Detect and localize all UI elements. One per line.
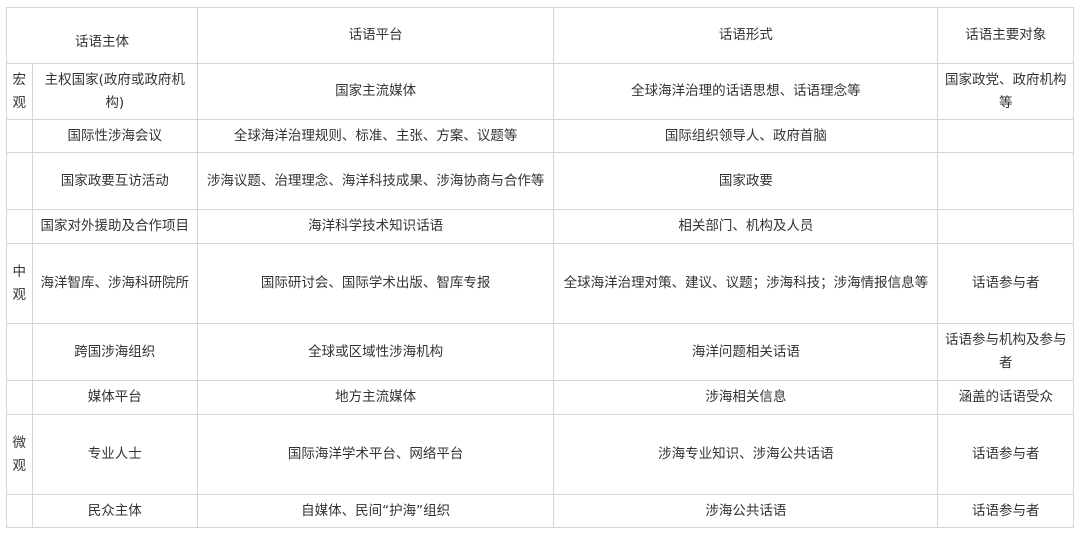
cell-platform: 全球或区域性涉海机构 [196, 323, 555, 381]
table-row: 宏观 主权国家(政府或政府机构) 国家主流媒体 全球海洋治理的话语思想、话语理念… [6, 63, 1074, 120]
cell-form: 全球海洋治理的话语思想、话语理念等 [553, 63, 939, 120]
cell-subject: 民众主体 [31, 494, 198, 528]
cell-object [937, 119, 1074, 153]
table-row: 跨国涉海组织 全球或区域性涉海机构 海洋问题相关话语 话语参与机构及参与者 [6, 323, 1074, 381]
cell-form: 涉海专业知识、涉海公共话语 [553, 414, 939, 495]
cell-subject: 媒体平台 [31, 380, 198, 415]
level-empty [6, 380, 33, 415]
cell-subject: 海洋智库、涉海科研院所 [31, 243, 198, 324]
header-subject: 话语主体 [6, 7, 198, 64]
cell-platform: 国际研讨会、国际学术出版、智库专报 [196, 243, 555, 324]
level-empty [6, 152, 33, 210]
level-macro: 宏观 [6, 63, 33, 120]
cell-object [937, 209, 1074, 244]
header-row: 话语主体 话语平台 话语形式 话语主要对象 [6, 7, 1074, 64]
cell-object: 话语参与者 [937, 494, 1074, 528]
cell-object: 国家政党、政府机构等 [937, 63, 1074, 120]
cell-platform: 国际海洋学术平台、网络平台 [196, 414, 555, 495]
table-row: 国际性涉海会议 全球海洋治理规则、标准、主张、方案、议题等 国际组织领导人、政府… [6, 119, 1074, 153]
cell-form: 全球海洋治理对策、建议、议题；涉海科技；涉海情报信息等 [553, 243, 939, 324]
cell-subject: 国际性涉海会议 [31, 119, 198, 153]
table-row: 微观 专业人士 国际海洋学术平台、网络平台 涉海专业知识、涉海公共话语 话语参与… [6, 414, 1074, 495]
cell-platform: 海洋科学技术知识话语 [196, 209, 555, 244]
cell-object: 话语参与者 [937, 414, 1074, 495]
cell-object: 话语参与机构及参与者 [937, 323, 1074, 381]
cell-subject: 主权国家(政府或政府机构) [31, 63, 198, 120]
cell-object [937, 152, 1074, 210]
cell-platform: 全球海洋治理规则、标准、主张、方案、议题等 [196, 119, 555, 153]
table-row: 媒体平台 地方主流媒体 涉海相关信息 涵盖的话语受众 [6, 380, 1074, 415]
table-row: 中观 海洋智库、涉海科研院所 国际研讨会、国际学术出版、智库专报 全球海洋治理对… [6, 243, 1074, 324]
level-meso: 中观 [6, 243, 33, 324]
cell-subject: 专业人士 [31, 414, 198, 495]
cell-subject: 国家政要互访活动 [31, 152, 198, 210]
table-row: 国家政要互访活动 涉海议题、治理理念、海洋科技成果、涉海协商与合作等 国家政要 [6, 152, 1074, 210]
cell-object: 话语参与者 [937, 243, 1074, 324]
cell-platform: 自媒体、民间“护海”组织 [196, 494, 555, 528]
cell-form: 国际组织领导人、政府首脑 [553, 119, 939, 153]
discourse-table-container: 话语主体 话语平台 话语形式 话语主要对象 宏观 主权国家(政府或政府机构) 国… [6, 7, 1074, 528]
cell-subject: 国家对外援助及合作项目 [31, 209, 198, 244]
cell-subject: 跨国涉海组织 [31, 323, 198, 381]
level-empty [6, 494, 33, 528]
cell-platform: 地方主流媒体 [196, 380, 555, 415]
table-row: 国家对外援助及合作项目 海洋科学技术知识话语 相关部门、机构及人员 [6, 209, 1074, 244]
discourse-table: 话语主体 话语平台 话语形式 话语主要对象 宏观 主权国家(政府或政府机构) 国… [6, 7, 1074, 528]
cell-platform: 国家主流媒体 [196, 63, 555, 120]
cell-object: 涵盖的话语受众 [937, 380, 1074, 415]
header-platform: 话语平台 [196, 7, 555, 64]
level-empty [6, 119, 33, 153]
cell-form: 海洋问题相关话语 [553, 323, 939, 381]
cell-form: 相关部门、机构及人员 [553, 209, 939, 244]
cell-form: 国家政要 [553, 152, 939, 210]
table-row: 民众主体 自媒体、民间“护海”组织 涉海公共话语 话语参与者 [6, 494, 1074, 528]
level-empty [6, 323, 33, 381]
header-object: 话语主要对象 [937, 7, 1074, 64]
cell-form: 涉海相关信息 [553, 380, 939, 415]
cell-platform: 涉海议题、治理理念、海洋科技成果、涉海协商与合作等 [196, 152, 555, 210]
level-micro: 微观 [6, 414, 33, 495]
cell-form: 涉海公共话语 [553, 494, 939, 528]
level-empty [6, 209, 33, 244]
header-form: 话语形式 [553, 7, 939, 64]
